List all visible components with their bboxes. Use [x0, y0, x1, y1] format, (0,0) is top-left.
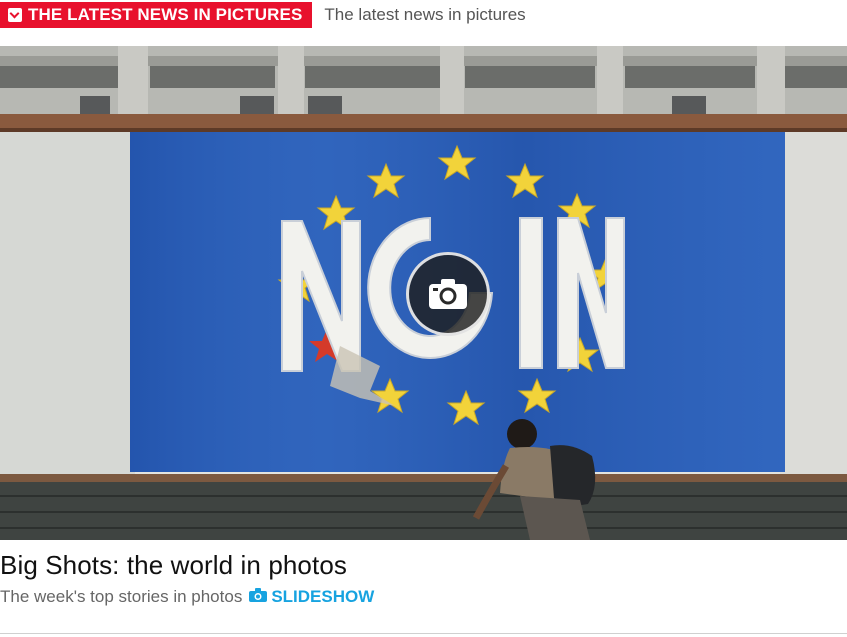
story-title[interactable]: Big Shots: the world in photos	[0, 548, 847, 582]
slideshow-link[interactable]: SLIDESHOW	[249, 587, 374, 607]
camera-small-icon	[249, 587, 268, 607]
story-caption: Big Shots: the world in photos The week'…	[0, 548, 847, 610]
feature-photo[interactable]	[0, 46, 847, 540]
slideshow-label: SLIDESHOW	[271, 587, 375, 606]
section-header: THE LATEST NEWS IN PICTURES The latest n…	[0, 0, 847, 30]
camera-icon	[427, 277, 469, 311]
section-badge-label: THE LATEST NEWS IN PICTURES	[28, 5, 303, 24]
slideshow-camera-button[interactable]	[406, 252, 490, 336]
section-badge[interactable]: THE LATEST NEWS IN PICTURES	[0, 2, 313, 28]
section-subheading: The latest news in pictures	[324, 5, 526, 24]
story-meta: The week's top stories in photos SLIDESH…	[0, 584, 847, 610]
story-subtitle: The week's top stories in photos	[0, 587, 243, 606]
check-square-icon	[8, 8, 22, 22]
divider	[0, 633, 847, 634]
